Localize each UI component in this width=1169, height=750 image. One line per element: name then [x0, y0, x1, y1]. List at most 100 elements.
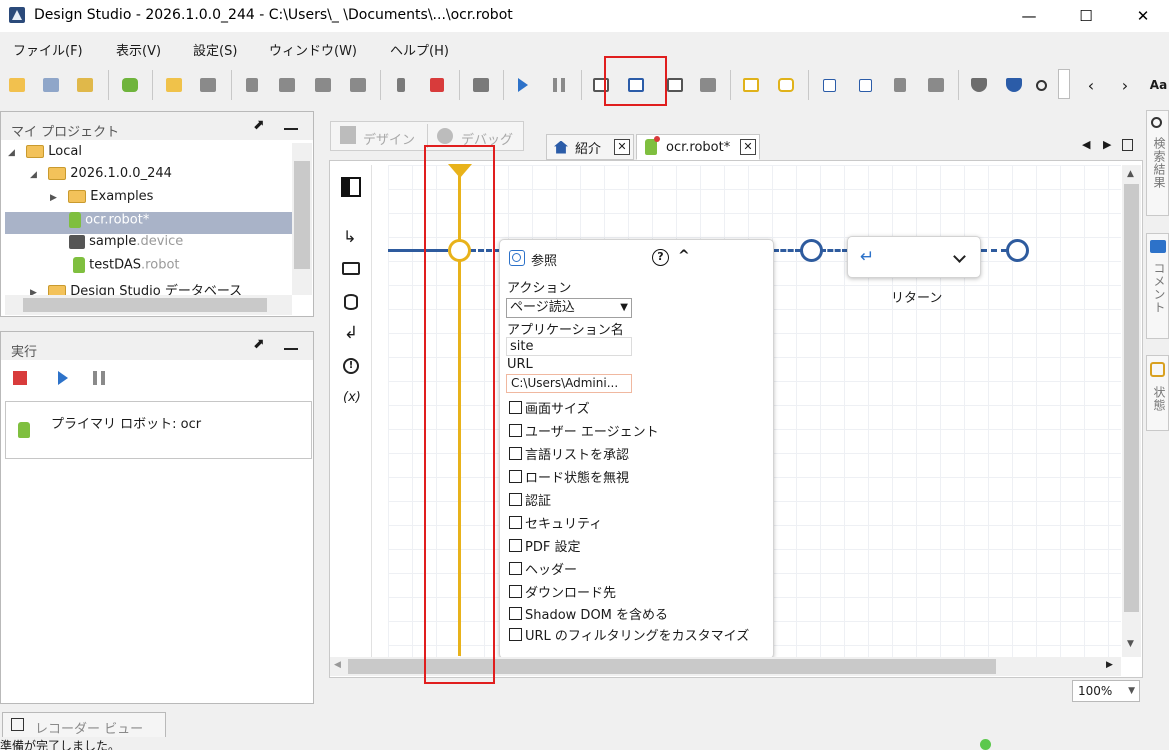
- editor-vertical-scrollbar[interactable]: ▲ ▼: [1122, 165, 1141, 657]
- checkbox[interactable]: [509, 401, 522, 414]
- minimize-button[interactable]: —: [1006, 0, 1052, 32]
- tab-design[interactable]: デザイン: [363, 129, 415, 148]
- shield-down-icon[interactable]: [968, 74, 990, 96]
- flow-end-node[interactable]: [1006, 239, 1029, 262]
- option-download-location[interactable]: ダウンロード先: [509, 580, 769, 603]
- url-input[interactable]: C:\Users\Admini...: [506, 374, 632, 393]
- close-tab-ocr-icon[interactable]: ✕: [740, 139, 756, 155]
- side-tab-state[interactable]: 状態: [1146, 355, 1169, 431]
- play-icon[interactable]: [512, 74, 534, 96]
- insert-group-icon[interactable]: [697, 74, 719, 96]
- target-frame-icon[interactable]: [775, 74, 797, 96]
- open-icon[interactable]: [6, 74, 28, 96]
- menu-file[interactable]: ファイル(F): [13, 40, 83, 59]
- checkbox[interactable]: [509, 628, 522, 641]
- checkbox[interactable]: [509, 562, 522, 575]
- option-shadow-dom[interactable]: Shadow DOM を含める: [509, 603, 769, 623]
- step-into-icon[interactable]: [470, 74, 492, 96]
- flow-node[interactable]: [800, 239, 823, 262]
- stop-icon[interactable]: [426, 74, 448, 96]
- variable-icon[interactable]: (x): [343, 390, 361, 405]
- search-input[interactable]: [1058, 69, 1070, 99]
- minimize-panel-icon[interactable]: [284, 128, 298, 130]
- menu-settings[interactable]: 設定(S): [193, 40, 237, 59]
- cut-icon[interactable]: [241, 74, 263, 96]
- redo-icon[interactable]: [197, 74, 219, 96]
- shield-up-icon[interactable]: [1003, 74, 1025, 96]
- alert-icon[interactable]: !: [343, 358, 359, 374]
- tree-vertical-scrollbar[interactable]: [292, 143, 312, 295]
- primary-robot-row[interactable]: プライマリ ロボット: ocr: [5, 401, 312, 459]
- play-icon[interactable]: [58, 371, 68, 385]
- collapse-icon[interactable]: ^: [678, 248, 690, 264]
- pause-icon[interactable]: [93, 371, 105, 385]
- tree-item-examples[interactable]: ▶ Examples: [50, 189, 153, 211]
- chevron-left-icon[interactable]: ‹: [1080, 74, 1102, 96]
- option-ignore-load-state[interactable]: ロード状態を無視: [509, 465, 769, 488]
- tab-scroll-left-icon[interactable]: ◀: [1082, 138, 1090, 151]
- undo-icon[interactable]: [163, 74, 185, 96]
- insert-branch-icon[interactable]: [664, 74, 686, 96]
- checkbox[interactable]: [509, 516, 522, 529]
- close-tab-intro-icon[interactable]: ✕: [614, 139, 630, 155]
- tab-list-icon[interactable]: [1122, 139, 1133, 151]
- run-to-icon[interactable]: [390, 74, 412, 96]
- scrollbar-thumb[interactable]: [1124, 184, 1139, 612]
- tree-item-ocr-robot[interactable]: ocr.robot*: [5, 212, 292, 234]
- tree-item-sample-device[interactable]: sample.device: [69, 234, 183, 256]
- stop-icon[interactable]: [13, 371, 27, 385]
- tree-horizontal-scrollbar[interactable]: [5, 295, 292, 315]
- help-icon[interactable]: ?: [652, 249, 669, 266]
- tree-item-database[interactable]: ▶ Design Studio データベース: [30, 280, 242, 295]
- pause-icon[interactable]: [548, 74, 570, 96]
- action-select[interactable]: ページ読込 ▼: [506, 298, 632, 318]
- maximize-panel-icon[interactable]: ⬈: [253, 336, 265, 352]
- checkbox[interactable]: [509, 447, 522, 460]
- scroll-up-arrow-icon[interactable]: ▲: [1127, 169, 1134, 179]
- scrollbar-thumb[interactable]: [294, 161, 310, 269]
- save-all-icon[interactable]: [40, 74, 62, 96]
- checkbox[interactable]: [509, 585, 522, 598]
- delete-icon[interactable]: [347, 74, 369, 96]
- scroll-right-arrow-icon[interactable]: ▶: [1106, 660, 1113, 670]
- search-icon[interactable]: [1030, 74, 1052, 96]
- tree-item-testdas-robot[interactable]: testDAS.robot: [73, 257, 180, 279]
- checkbox[interactable]: [509, 424, 522, 437]
- menu-view[interactable]: 表示(V): [116, 40, 161, 59]
- tree-item-local[interactable]: ◢ Local: [8, 144, 82, 166]
- menu-help[interactable]: ヘルプ(H): [390, 40, 449, 59]
- tab-scroll-right-icon[interactable]: ▶: [1103, 138, 1111, 151]
- new-robot-icon[interactable]: [119, 74, 141, 96]
- paste-icon[interactable]: [312, 74, 334, 96]
- checkbox[interactable]: [509, 606, 522, 620]
- close-button[interactable]: ✕: [1120, 0, 1166, 32]
- side-tab-search-results[interactable]: 検索結果: [1146, 110, 1169, 216]
- panel-toggle-icon[interactable]: [341, 177, 361, 197]
- option-security[interactable]: セキュリティ: [509, 511, 769, 534]
- checkbox[interactable]: [509, 539, 522, 552]
- maximize-button[interactable]: ☐: [1063, 0, 1109, 32]
- expand-icon[interactable]: [818, 74, 840, 96]
- option-user-agent[interactable]: ユーザー エージェント: [509, 419, 769, 442]
- copy-icon[interactable]: [276, 74, 298, 96]
- font-size-button[interactable]: Aa: [1148, 74, 1169, 96]
- scrollbar-thumb[interactable]: [23, 298, 267, 312]
- app-name-input[interactable]: site: [506, 337, 632, 356]
- recorder-view-tab[interactable]: レコーダー ビュー: [2, 712, 166, 738]
- option-url-filtering[interactable]: URL のフィルタリングをカスタマイズ: [509, 623, 769, 646]
- database-icon[interactable]: [344, 294, 358, 310]
- minimize-panel-icon[interactable]: [284, 348, 298, 350]
- tag-icon[interactable]: [740, 74, 762, 96]
- screen-icon[interactable]: [342, 262, 360, 275]
- menu-window[interactable]: ウィンドウ(W): [269, 40, 357, 59]
- side-tab-comment[interactable]: コメント: [1146, 233, 1169, 339]
- checkbox[interactable]: [509, 493, 522, 506]
- return-icon[interactable]: ↲: [344, 323, 358, 343]
- zoom-select[interactable]: 100% ▼: [1072, 680, 1140, 702]
- next-step-icon[interactable]: ↳: [343, 227, 356, 246]
- scroll-down-arrow-icon[interactable]: ▼: [1127, 639, 1134, 649]
- group-node-icon[interactable]: [925, 74, 947, 96]
- fit-node-icon[interactable]: [889, 74, 911, 96]
- refresh-icon[interactable]: [74, 74, 96, 96]
- option-headers[interactable]: ヘッダー: [509, 557, 769, 580]
